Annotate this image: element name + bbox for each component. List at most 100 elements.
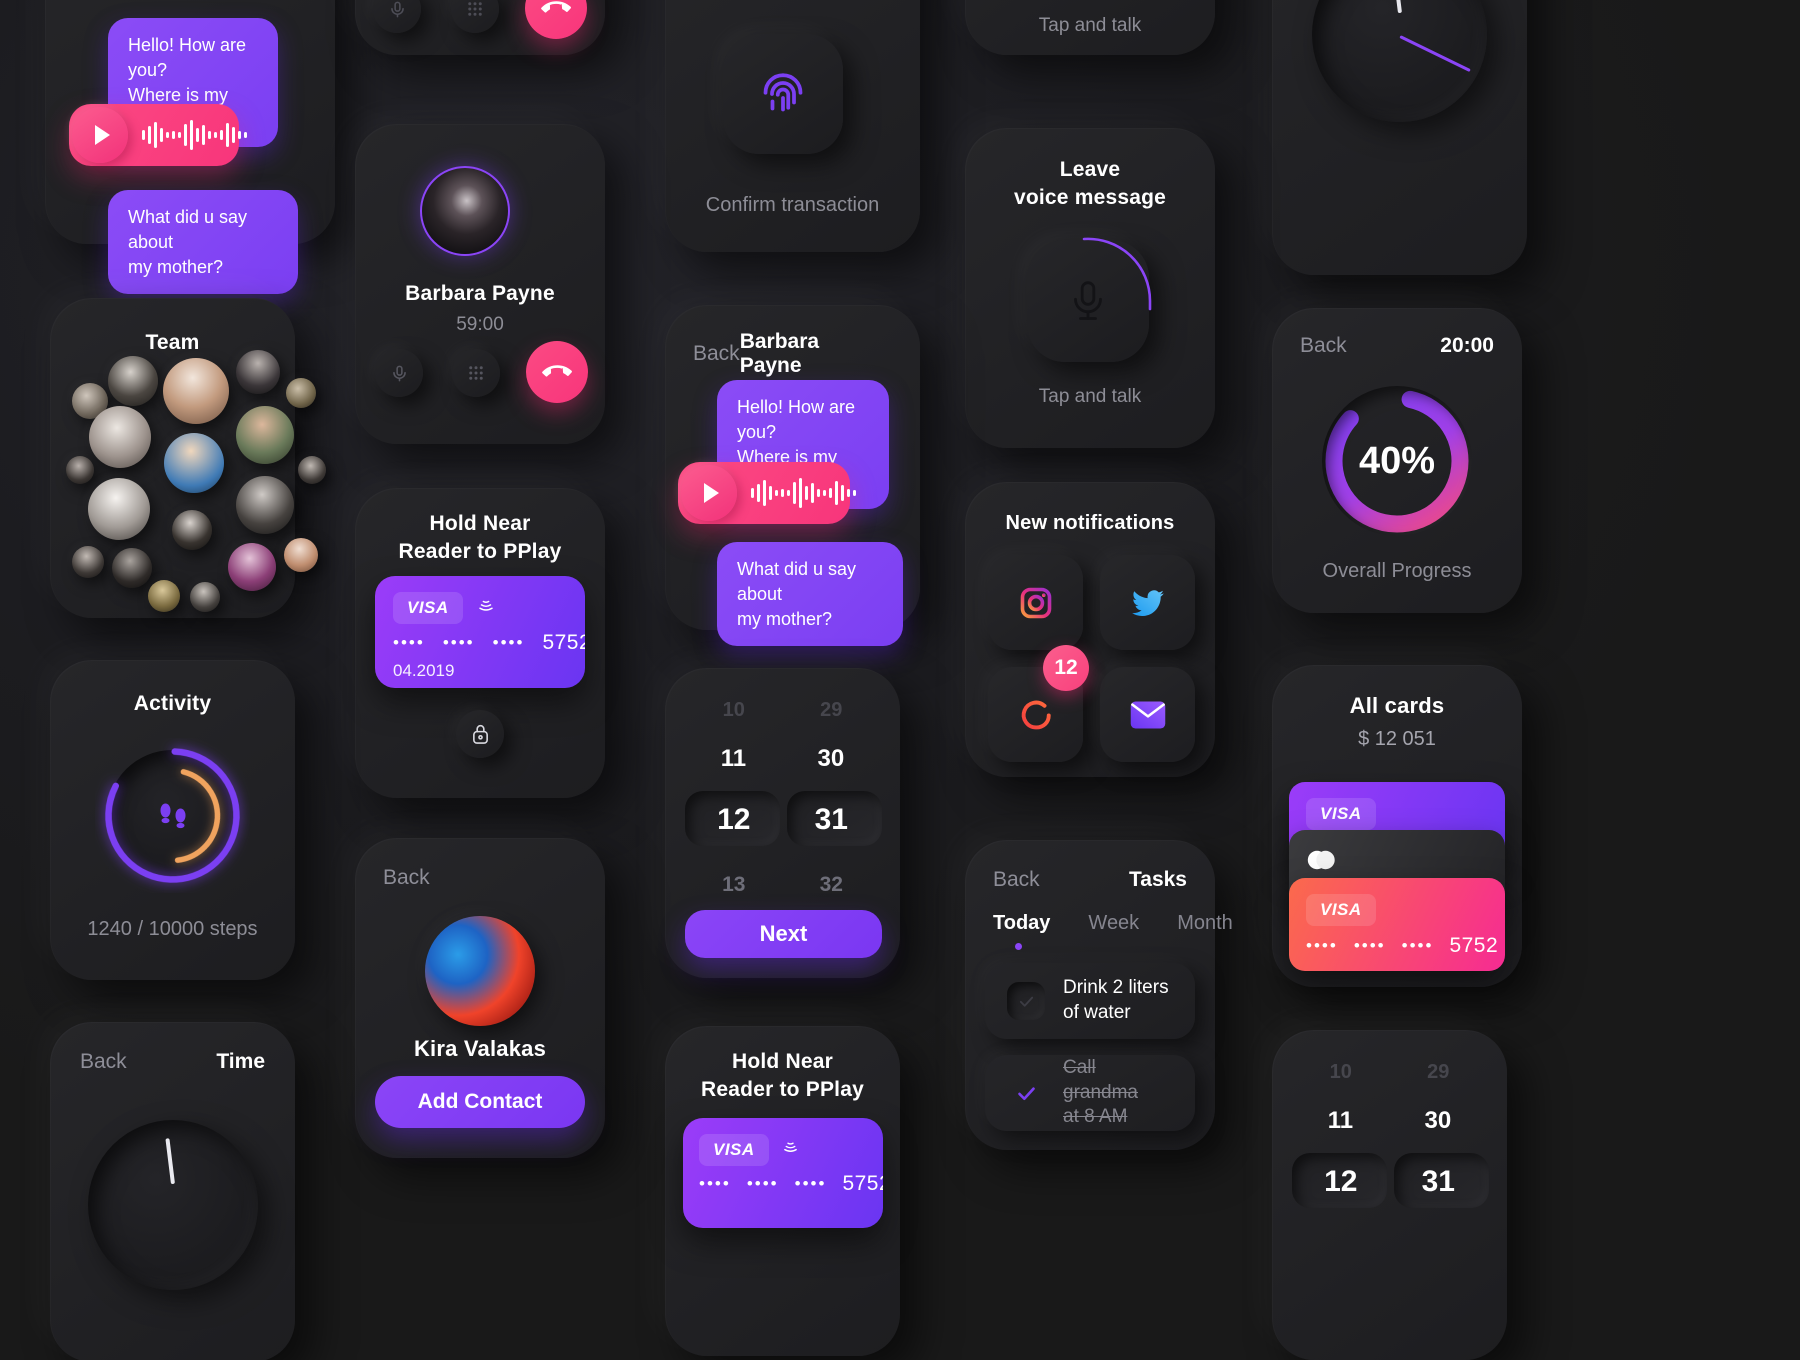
- tab-week[interactable]: Week: [1088, 912, 1139, 935]
- caller-avatar: [420, 166, 510, 256]
- back-link[interactable]: Back: [383, 866, 430, 890]
- avatar[interactable]: [163, 358, 229, 424]
- mic-icon[interactable]: [375, 349, 423, 397]
- picker-left-1[interactable]: 11: [721, 745, 746, 773]
- record-button[interactable]: [1027, 237, 1152, 362]
- card-mask-1: ••••: [699, 1174, 731, 1193]
- avatar[interactable]: [236, 476, 294, 534]
- back-link[interactable]: Back: [993, 868, 1040, 892]
- picker-right-3[interactable]: 32: [820, 873, 843, 897]
- time-dial[interactable]: [88, 1120, 258, 1290]
- picker-right-1[interactable]: 30: [1425, 1107, 1452, 1135]
- instagram-icon[interactable]: [988, 555, 1083, 650]
- picker-left-0[interactable]: 10: [1330, 1061, 1352, 1084]
- back-link[interactable]: Back: [693, 342, 740, 366]
- credit-card-visa[interactable]: VISA •••• •••• •••• 5752: [683, 1118, 883, 1228]
- avatar[interactable]: [236, 406, 294, 464]
- avatar[interactable]: [108, 356, 158, 406]
- keypad-icon[interactable]: [452, 349, 500, 397]
- progress-ring: 40%: [1314, 378, 1480, 544]
- team-card: Team: [50, 298, 326, 618]
- picker-right-selected[interactable]: 31: [1422, 1165, 1455, 1199]
- contactless-icon: [477, 597, 495, 620]
- play-icon[interactable]: [681, 465, 737, 521]
- back-link[interactable]: Back: [1300, 334, 1347, 358]
- voice-message-bubble[interactable]: [678, 462, 856, 524]
- dial-pointer: [165, 1138, 175, 1185]
- wallet-card-visa-pink[interactable]: VISA •••• •••• •••• 5752: [1289, 878, 1505, 971]
- picker-row[interactable]: 10 29: [1292, 1058, 1487, 1086]
- time-card: Back Time: [50, 1022, 295, 1360]
- activity-title: Activity: [133, 692, 212, 715]
- picker-left-0[interactable]: 10: [723, 699, 745, 722]
- progress-caption: Overall Progress: [1322, 560, 1472, 582]
- picker-left-3[interactable]: 13: [722, 873, 745, 897]
- chat-bubble-incoming-2: What did u say about my mother?: [108, 190, 298, 295]
- tasks-tabs[interactable]: Today Week Month: [993, 912, 1233, 935]
- picker-row-selected[interactable]: 12 31: [685, 803, 880, 837]
- back-link[interactable]: Back: [80, 1050, 127, 1074]
- ui-kit-canvas: Hello! How are you? Where is my money? W…: [0, 0, 1800, 1360]
- voice-message-bubble[interactable]: [69, 104, 247, 166]
- voice-message-title: Leave voice message: [1013, 158, 1167, 209]
- task-item[interactable]: Drink 2 liters of water: [985, 963, 1195, 1039]
- visa-logo: VISA: [1306, 894, 1376, 926]
- avatar[interactable]: [72, 546, 104, 578]
- picker-row[interactable]: 11 30: [685, 744, 880, 774]
- picker-right-0[interactable]: 29: [820, 699, 842, 722]
- avatar[interactable]: [164, 433, 224, 493]
- picker-row[interactable]: 11 30: [1292, 1106, 1487, 1136]
- lock-icon[interactable]: [456, 710, 504, 758]
- mic-icon[interactable]: [373, 0, 421, 33]
- fingerprint-button[interactable]: [723, 34, 843, 154]
- avatar[interactable]: [298, 456, 326, 484]
- twitter-icon[interactable]: [1100, 555, 1195, 650]
- notifications-card: New notifications 12: [965, 482, 1215, 777]
- mail-icon[interactable]: [1100, 667, 1195, 762]
- waveform: [142, 120, 247, 150]
- tab-today[interactable]: Today: [993, 912, 1050, 935]
- keypad-icon[interactable]: [451, 0, 499, 33]
- card-last4: 5752: [842, 1172, 883, 1195]
- card-mask-3: ••••: [794, 1174, 827, 1193]
- hangup-icon[interactable]: [526, 341, 588, 403]
- tab-month[interactable]: Month: [1177, 912, 1233, 935]
- picker-row-selected[interactable]: 12 31: [1292, 1165, 1487, 1199]
- add-contact-button[interactable]: Add Contact: [375, 1076, 585, 1128]
- card-mask-1: ••••: [393, 633, 425, 652]
- footsteps-icon: [159, 803, 186, 828]
- next-button[interactable]: Next: [685, 910, 882, 958]
- avatar[interactable]: [236, 350, 280, 394]
- picker-row[interactable]: 13 32: [685, 871, 880, 899]
- card-mask-2: ••••: [442, 633, 475, 652]
- card-number: •••• •••• •••• 5752: [1306, 934, 1498, 958]
- credit-card-visa[interactable]: VISA •••• •••• •••• 5752 04.2019: [375, 576, 585, 688]
- avatar[interactable]: [89, 406, 151, 468]
- nfc-title: Hold Near Reader to PPlay: [398, 512, 562, 563]
- picker-left-selected[interactable]: 12: [1324, 1165, 1357, 1199]
- picker-row[interactable]: 10 29: [685, 696, 880, 724]
- avatar[interactable]: [284, 538, 318, 572]
- avatar[interactable]: [228, 543, 276, 591]
- contact-header: Back: [383, 866, 577, 890]
- picker-right-selected[interactable]: 31: [815, 803, 848, 837]
- card-number: •••• •••• •••• 5752: [393, 631, 585, 655]
- avatar[interactable]: [172, 510, 212, 550]
- play-icon[interactable]: [72, 107, 128, 163]
- avatar[interactable]: [286, 378, 316, 408]
- avatar[interactable]: [190, 582, 220, 612]
- picker-left-selected[interactable]: 12: [717, 803, 750, 837]
- visa-logo: VISA: [1306, 798, 1376, 830]
- avatar[interactable]: [112, 548, 152, 588]
- avatar[interactable]: [66, 456, 94, 484]
- task-checkbox-checked[interactable]: [1007, 1074, 1045, 1112]
- task-checkbox-unchecked[interactable]: [1007, 982, 1045, 1020]
- card-mask-2: ••••: [746, 1174, 779, 1193]
- picker-left-1[interactable]: 11: [1328, 1107, 1353, 1135]
- avatar[interactable]: [88, 478, 150, 540]
- picker-right-0[interactable]: 29: [1427, 1061, 1449, 1084]
- task-item[interactable]: Call grandma at 8 AM: [985, 1055, 1195, 1131]
- picker-right-1[interactable]: 30: [818, 745, 845, 773]
- avatar[interactable]: [148, 580, 180, 612]
- hangup-icon[interactable]: [525, 0, 587, 39]
